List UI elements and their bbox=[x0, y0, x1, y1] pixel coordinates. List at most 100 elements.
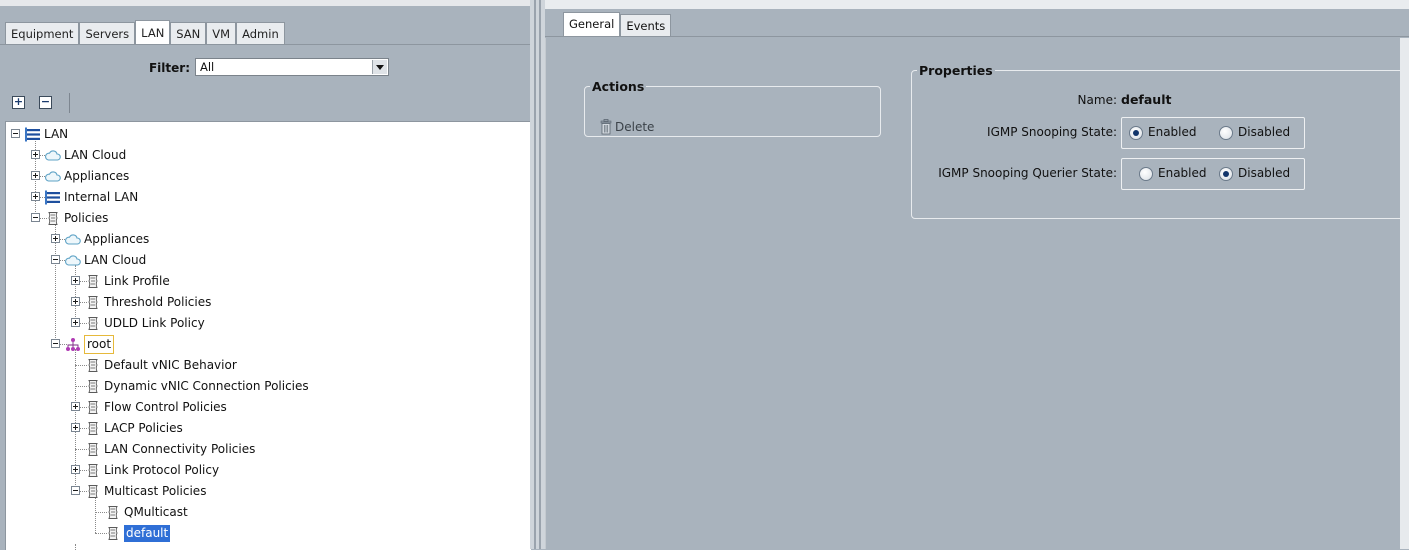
tree-node-label: Dynamic vNIC Connection Policies bbox=[104, 379, 309, 393]
tree-node-policies[interactable]: Policies bbox=[6, 208, 526, 229]
tab-vm[interactable]: VM bbox=[206, 22, 237, 45]
actions-group: Actions Delete bbox=[584, 79, 881, 137]
tree-node-label: root bbox=[84, 335, 115, 354]
tree-node-label: Appliances bbox=[64, 169, 130, 183]
expand-icon[interactable] bbox=[71, 318, 80, 327]
tree-node-dynamic-vnic-connection-policies[interactable]: Dynamic vNIC Connection Policies bbox=[6, 376, 526, 397]
tree-node-label: default bbox=[124, 525, 171, 542]
nav-tab-bar: Equipment Servers LAN SAN VM Admin bbox=[5, 20, 285, 45]
tree-node-root[interactable]: root bbox=[6, 334, 526, 355]
expand-icon[interactable] bbox=[31, 171, 40, 180]
trash-icon bbox=[600, 119, 612, 135]
policy-icon bbox=[85, 463, 101, 478]
expand-icon[interactable] bbox=[31, 150, 40, 159]
navigation-tree[interactable]: LAN LAN Cloud Appliances Internal LAN Polici… bbox=[5, 121, 531, 550]
tab-divider bbox=[545, 36, 1409, 37]
lan-icon bbox=[25, 127, 41, 142]
tree-node-label: Internal LAN bbox=[64, 190, 139, 204]
tree-node-appliances[interactable]: Appliances bbox=[6, 229, 526, 250]
tree-node-label: Link Protocol Policy bbox=[104, 463, 220, 477]
lan-icon bbox=[45, 190, 61, 205]
tab-servers[interactable]: Servers bbox=[79, 22, 136, 45]
igmp-snooping-enabled-radio[interactable] bbox=[1129, 126, 1143, 140]
igmp-querier-enabled-radio[interactable] bbox=[1139, 167, 1153, 181]
top-strip bbox=[0, 0, 530, 6]
tree-node-default-vnic-behavior[interactable]: Default vNIC Behavior bbox=[6, 355, 526, 376]
tree-node-lan[interactable]: LAN bbox=[6, 124, 526, 145]
igmp-snooping-radio-group: Enabled Disabled bbox=[1121, 117, 1305, 149]
tree-node-appliances[interactable]: Appliances bbox=[6, 166, 526, 187]
expand-icon[interactable] bbox=[51, 234, 60, 243]
collapse-icon[interactable] bbox=[71, 486, 80, 495]
collapse-icon[interactable] bbox=[51, 339, 60, 348]
splitter-grip bbox=[539, 0, 541, 549]
igmp-snooping-label: IGMP Snooping State: bbox=[987, 125, 1117, 139]
detail-tab-bar: General Events bbox=[563, 12, 672, 37]
tree-node-label: Multicast Policies bbox=[104, 484, 207, 498]
tree-node-label: Link Profile bbox=[104, 274, 170, 288]
policy-icon bbox=[85, 484, 101, 499]
tree-node-link-protocol-policy[interactable]: Link Protocol Policy bbox=[6, 460, 526, 481]
chevron-down-icon[interactable] bbox=[372, 60, 387, 74]
tree-node-lan-cloud[interactable]: LAN Cloud bbox=[6, 145, 526, 166]
detail-pane: General Events Actions Delete Properties… bbox=[545, 0, 1409, 549]
policy-icon bbox=[85, 316, 101, 331]
splitter-grip bbox=[534, 0, 536, 549]
toolbar-separator bbox=[69, 93, 70, 113]
collapse-icon[interactable] bbox=[11, 129, 20, 138]
properties-group: Properties Name: default IGMP Snooping S… bbox=[911, 63, 1409, 219]
policy-icon bbox=[85, 274, 101, 289]
tree-node-label: LACP Policies bbox=[104, 421, 183, 435]
radio-label: Enabled bbox=[1158, 166, 1207, 180]
collapse-icon[interactable] bbox=[31, 213, 40, 222]
expand-icon[interactable] bbox=[71, 276, 80, 285]
expand-all-button[interactable]: + bbox=[12, 96, 25, 109]
properties-title: Properties bbox=[919, 63, 993, 78]
filter-value: All bbox=[200, 60, 215, 74]
tree-node-label: Policies bbox=[64, 211, 109, 225]
tree-node-threshold-policies[interactable]: Threshold Policies bbox=[6, 292, 526, 313]
igmp-querier-radio-group: Enabled Disabled bbox=[1121, 158, 1305, 190]
tree-node-qmulticast[interactable]: QMulticast bbox=[6, 502, 526, 523]
policy-icon bbox=[85, 400, 101, 415]
expand-icon[interactable] bbox=[71, 402, 80, 411]
tab-equipment[interactable]: Equipment bbox=[5, 22, 80, 45]
cloud-icon bbox=[45, 148, 61, 163]
tree-node-lan-connectivity-policies[interactable]: LAN Connectivity Policies bbox=[6, 439, 526, 460]
expand-icon[interactable] bbox=[71, 465, 80, 474]
tab-san[interactable]: SAN bbox=[170, 22, 207, 45]
collapse-icon[interactable] bbox=[51, 255, 60, 264]
tree-node-udld-link-policy[interactable]: UDLD Link Policy bbox=[6, 313, 526, 334]
delete-label: Delete bbox=[615, 120, 655, 134]
tree-node-link-profile[interactable]: Link Profile bbox=[6, 271, 526, 292]
tree-node-lacp-policies[interactable]: LACP Policies bbox=[6, 418, 526, 439]
policy-icon bbox=[85, 379, 101, 394]
igmp-snooping-disabled-radio[interactable] bbox=[1219, 126, 1233, 140]
expand-icon[interactable] bbox=[31, 192, 40, 201]
tree-node-label: LAN bbox=[44, 127, 69, 141]
tree-node-flow-control-policies[interactable]: Flow Control Policies bbox=[6, 397, 526, 418]
filter-row: Filter: All bbox=[0, 45, 530, 85]
tree-node-label: Appliances bbox=[84, 232, 150, 246]
tree-node-label: QMulticast bbox=[124, 505, 188, 519]
tree-node-label: UDLD Link Policy bbox=[104, 316, 205, 330]
tree-node-label: Threshold Policies bbox=[104, 295, 212, 309]
expand-icon[interactable] bbox=[71, 423, 80, 432]
tab-lan[interactable]: LAN bbox=[135, 20, 171, 45]
filter-dropdown[interactable]: All bbox=[195, 58, 389, 76]
tree-node-default[interactable]: default bbox=[6, 523, 526, 544]
name-label: Name: bbox=[1077, 93, 1117, 107]
tree-node-internal-lan[interactable]: Internal LAN bbox=[6, 187, 526, 208]
expand-icon[interactable] bbox=[71, 297, 80, 306]
navigation-pane: Equipment Servers LAN SAN VM Admin Filte… bbox=[0, 0, 531, 550]
vertical-scrollbar[interactable] bbox=[1400, 38, 1409, 549]
radio-label: Enabled bbox=[1148, 125, 1197, 139]
tab-events[interactable]: Events bbox=[620, 14, 672, 37]
pane-splitter[interactable] bbox=[530, 0, 545, 549]
tab-admin[interactable]: Admin bbox=[236, 22, 285, 45]
tree-node-lan-cloud[interactable]: LAN Cloud bbox=[6, 250, 526, 271]
igmp-querier-disabled-radio[interactable] bbox=[1219, 167, 1233, 181]
tree-node-multicast-policies[interactable]: Multicast Policies bbox=[6, 481, 526, 502]
collapse-all-button[interactable]: − bbox=[39, 96, 52, 109]
tab-general[interactable]: General bbox=[563, 12, 621, 37]
